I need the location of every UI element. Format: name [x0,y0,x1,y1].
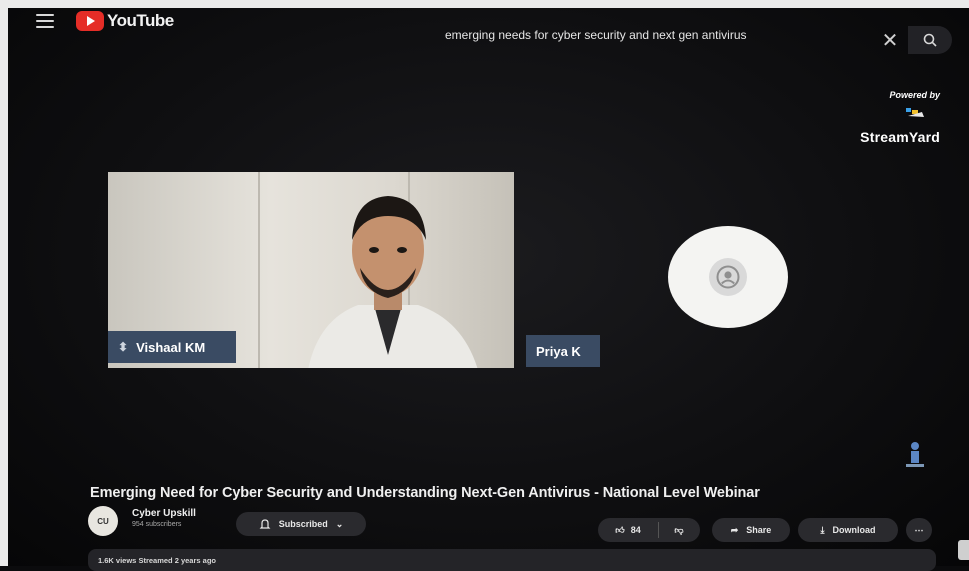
menu-icon[interactable] [36,14,54,28]
streamyard-logo-icon [906,108,924,117]
download-label: Download [832,525,876,535]
share-label: Share [746,525,772,535]
share-icon: ➦ [730,524,739,535]
share-button[interactable]: ➦ Share [712,518,790,542]
powered-by-text: Powered by [889,90,940,100]
subscribed-button[interactable]: Subscribed ⌄ [236,512,366,536]
speaker-figure [308,196,478,368]
youtube-play-icon [76,11,104,31]
thumbs-down-icon: 👎︎ [674,524,684,535]
subscribed-label: Subscribed [278,519,328,529]
download-button[interactable]: ⤓ Download [798,518,898,542]
participant-name-1: Vishaal KM [136,339,206,355]
logo-text: YouTube [107,11,174,30]
side-edge-element [958,540,969,560]
participant-name-tag-2: Priya K [526,335,600,367]
mic-muted-icon: ⬍ [118,340,129,354]
streamyard-overlay: Powered by StreamYard [860,90,940,145]
like-button[interactable]: 👍︎ 84 [598,518,658,542]
bell-icon [259,519,271,529]
search-icon [923,33,937,47]
more-icon: ⋯ [914,524,924,535]
download-icon: ⤓ [820,524,825,535]
close-icon[interactable]: ✕ [876,26,904,54]
channel-subscribers: 954 subscribers [132,521,182,528]
participant-name-tag-1: ⬍ Vishaal KM [108,331,236,363]
presenter-figure-icon [906,442,924,467]
like-dislike-group: 👍︎ 84 👎︎ [598,518,700,542]
description-summary: 1.6K views Streamed 2 years ago [98,556,216,565]
youtube-logo[interactable]: YouTube [76,9,174,33]
streamyard-brand: StreamYard [860,129,940,145]
like-count: 84 [630,525,641,535]
thumbs-up-icon: 👍︎ [615,524,625,535]
top-bar: YouTube emerging needs for cyber securit… [0,0,969,58]
user-icon [709,258,747,296]
participant-name-2: Priya K [536,343,581,359]
more-options-button[interactable]: ⋯ [906,518,932,542]
channel-avatar[interactable]: CU [88,506,118,536]
channel-name[interactable]: Cyber Upskill [132,508,196,519]
screen-bezel-left [0,0,8,566]
chevron-down-icon: ⌄ [335,518,344,529]
participant-avatar-2 [668,226,788,328]
search-button[interactable] [908,26,952,54]
video-title: Emerging Need for Cyber Security and Und… [90,485,760,501]
dislike-button[interactable]: 👎︎ [659,518,699,542]
search-input[interactable]: emerging needs for cyber security and ne… [445,28,747,42]
